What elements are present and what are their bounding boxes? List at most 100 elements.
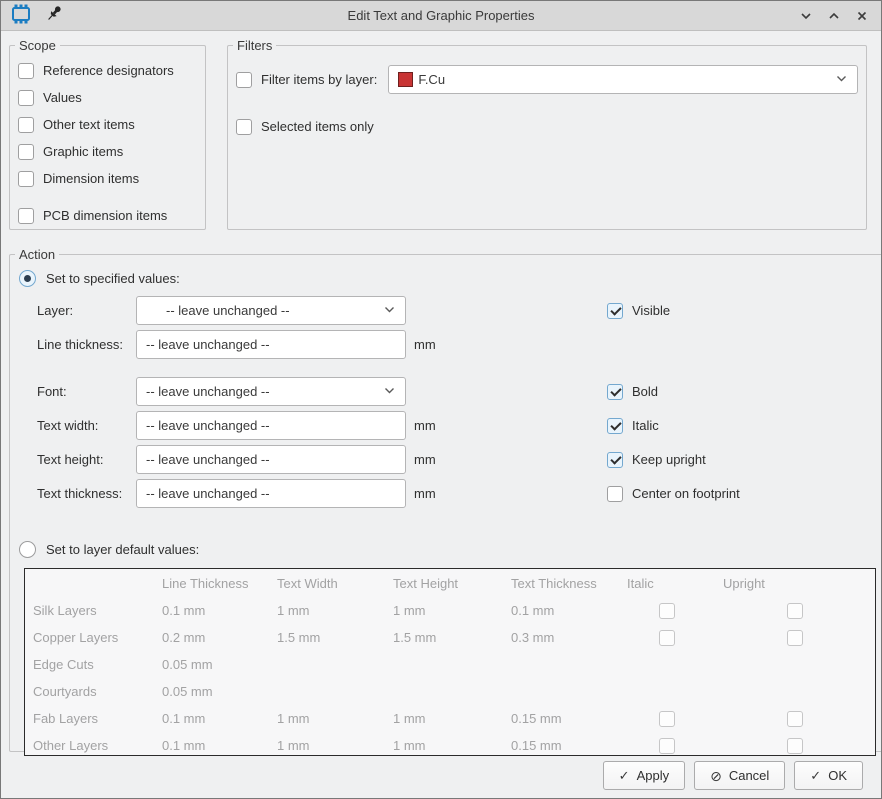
upright-cell-checkbox[interactable] xyxy=(787,738,803,754)
checkbox-label[interactable]: Dimension items xyxy=(43,171,139,186)
row-name: Courtyards xyxy=(25,684,154,699)
text-height-input[interactable] xyxy=(136,445,406,474)
font-select-value: -- leave unchanged -- xyxy=(146,384,377,399)
italic-checkbox[interactable] xyxy=(607,418,623,434)
selected-items-only-row[interactable]: Selected items only xyxy=(236,113,858,140)
pcb-dimension-items-checkbox[interactable] xyxy=(18,208,34,224)
dialog-footer: Apply Cancel OK xyxy=(9,761,873,790)
checkbox-label[interactable]: Reference designators xyxy=(43,63,174,78)
window-title: Edit Text and Graphic Properties xyxy=(1,8,881,23)
checkbox-label[interactable]: Other text items xyxy=(43,117,135,132)
layer-filter-value: F.Cu xyxy=(418,72,829,87)
dimension-items-checkbox[interactable] xyxy=(18,171,34,187)
layer-select-value: -- leave unchanged -- xyxy=(166,303,377,318)
filter-items-by-layer-label[interactable]: Filter items by layer: xyxy=(261,72,377,87)
layer-select[interactable]: -- leave unchanged -- xyxy=(136,296,406,325)
set-layer-defaults-row[interactable]: Set to layer default values: xyxy=(19,539,876,559)
center-on-footprint-checkbox[interactable] xyxy=(607,486,623,502)
font-select[interactable]: -- leave unchanged -- xyxy=(136,377,406,406)
cancel-button[interactable]: Cancel xyxy=(694,761,785,790)
cell-value: 0.05 mm xyxy=(154,657,269,672)
italic-cell-checkbox[interactable] xyxy=(659,603,675,619)
layer-defaults-table: Line Thickness Text Width Text Height Te… xyxy=(24,568,876,756)
italic-cell-checkbox[interactable] xyxy=(659,738,675,754)
scope-group: Scope Reference designators Values Other… xyxy=(9,38,206,230)
chevron-down-icon[interactable] xyxy=(797,7,815,25)
selected-items-only-checkbox[interactable] xyxy=(236,119,252,135)
check-icon xyxy=(619,769,630,782)
checkbox-label[interactable]: Bold xyxy=(632,384,658,399)
italic-cell-checkbox[interactable] xyxy=(659,630,675,646)
checkbox-label[interactable]: Keep upright xyxy=(632,452,706,467)
cell-value: 1.5 mm xyxy=(269,630,385,645)
close-icon[interactable] xyxy=(853,7,871,25)
values-checkbox[interactable] xyxy=(18,90,34,106)
scope-item-reference-designators[interactable]: Reference designators xyxy=(18,57,197,84)
line-thickness-label: Line thickness: xyxy=(37,337,136,352)
ok-button[interactable]: OK xyxy=(794,761,863,790)
checkbox-label[interactable]: Graphic items xyxy=(43,144,123,159)
visible-checkbox[interactable] xyxy=(607,303,623,319)
line-thickness-input[interactable] xyxy=(136,330,406,359)
layer-filter-select[interactable]: F.Cu xyxy=(388,65,858,94)
set-specified-values-radio[interactable] xyxy=(19,270,36,287)
unit-label: mm xyxy=(414,452,444,467)
text-thickness-input[interactable] xyxy=(136,479,406,508)
italic-row[interactable]: Italic xyxy=(607,418,659,434)
keep-upright-row[interactable]: Keep upright xyxy=(607,452,706,468)
cell-value: 1 mm xyxy=(269,738,385,753)
table-row: Silk Layers 0.1 mm 1 mm 1 mm 0.1 mm xyxy=(25,597,875,624)
scope-item-graphic-items[interactable]: Graphic items xyxy=(18,138,197,165)
chevron-down-icon xyxy=(383,384,396,400)
table-row: Edge Cuts 0.05 mm xyxy=(25,651,875,678)
check-icon xyxy=(810,769,821,782)
cell-value: 0.05 mm xyxy=(154,684,269,699)
scope-item-other-text-items[interactable]: Other text items xyxy=(18,111,197,138)
row-name: Silk Layers xyxy=(25,603,154,618)
visible-row[interactable]: Visible xyxy=(607,303,670,319)
filter-items-by-layer-checkbox[interactable] xyxy=(236,72,252,88)
center-on-footprint-row[interactable]: Center on footprint xyxy=(607,486,740,502)
text-thickness-label: Text thickness: xyxy=(37,486,136,501)
italic-cell-checkbox[interactable] xyxy=(659,711,675,727)
upright-cell-checkbox[interactable] xyxy=(787,603,803,619)
cell-value: 1 mm xyxy=(385,711,503,726)
checkbox-label[interactable]: Visible xyxy=(632,303,670,318)
checkbox-label[interactable]: Center on footprint xyxy=(632,486,740,501)
set-specified-values-row[interactable]: Set to specified values: xyxy=(19,268,876,288)
scope-item-pcb-dimension-items[interactable]: PCB dimension items xyxy=(18,202,197,229)
cell-value: 1 mm xyxy=(269,711,385,726)
cell-value: 0.15 mm xyxy=(503,738,619,753)
action-legend: Action xyxy=(15,247,59,262)
layer-color-swatch xyxy=(398,72,413,87)
row-name: Fab Layers xyxy=(25,711,154,726)
radio-label[interactable]: Set to layer default values: xyxy=(46,542,199,557)
set-layer-defaults-radio[interactable] xyxy=(19,541,36,558)
bold-row[interactable]: Bold xyxy=(607,384,658,400)
text-height-label: Text height: xyxy=(37,452,136,467)
graphic-items-checkbox[interactable] xyxy=(18,144,34,160)
other-text-items-checkbox[interactable] xyxy=(18,117,34,133)
apply-button[interactable]: Apply xyxy=(603,761,685,790)
checkbox-label[interactable]: Italic xyxy=(632,418,659,433)
text-width-input[interactable] xyxy=(136,411,406,440)
chevron-down-icon xyxy=(383,303,396,319)
reference-designators-checkbox[interactable] xyxy=(18,63,34,79)
upright-cell-checkbox[interactable] xyxy=(787,630,803,646)
bold-checkbox[interactable] xyxy=(607,384,623,400)
column-header: Upright xyxy=(715,576,875,591)
cell-value: 1 mm xyxy=(385,603,503,618)
pin-icon[interactable] xyxy=(45,4,65,27)
text-width-label: Text width: xyxy=(37,418,136,433)
upright-cell-checkbox[interactable] xyxy=(787,711,803,727)
checkbox-label[interactable]: Values xyxy=(43,90,82,105)
chevron-up-icon[interactable] xyxy=(825,7,843,25)
keep-upright-checkbox[interactable] xyxy=(607,452,623,468)
scope-item-dimension-items[interactable]: Dimension items xyxy=(18,165,197,192)
cancel-icon xyxy=(710,769,722,783)
checkbox-label[interactable]: Selected items only xyxy=(261,119,374,134)
scope-item-values[interactable]: Values xyxy=(18,84,197,111)
line-thickness-row: Line thickness: mm xyxy=(37,330,876,359)
radio-label[interactable]: Set to specified values: xyxy=(46,271,180,286)
checkbox-label[interactable]: PCB dimension items xyxy=(43,208,167,223)
